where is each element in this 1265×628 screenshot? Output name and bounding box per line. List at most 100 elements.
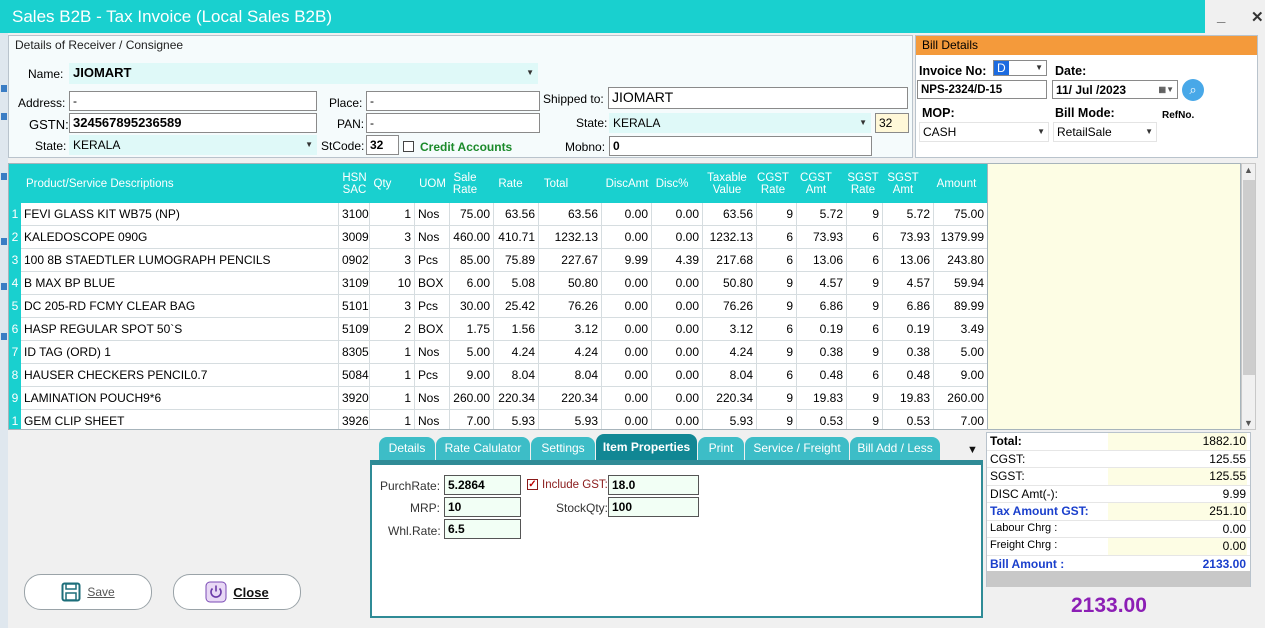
cell-rate[interactable]: 1.56 — [494, 318, 539, 341]
cell-discamt[interactable]: 0.00 — [602, 272, 652, 295]
mop-select[interactable]: CASH ▼ — [919, 122, 1049, 142]
cell-sgstr[interactable]: 9 — [847, 203, 883, 226]
cell-cgstr[interactable]: 9 — [757, 203, 797, 226]
cell-qty[interactable]: 10 — [370, 272, 415, 295]
cell-taxable[interactable]: 4.24 — [703, 341, 757, 364]
cell-srate[interactable]: 5.00 — [450, 341, 494, 364]
cell-amount[interactable]: 59.94 — [934, 272, 987, 295]
cell-sgsta[interactable]: 13.06 — [883, 249, 934, 272]
cell-discamt[interactable]: 0.00 — [602, 410, 652, 429]
cell-amount[interactable]: 75.00 — [934, 203, 987, 226]
cell-desc[interactable]: ID TAG (ORD) 1 — [21, 341, 339, 364]
tab-overflow-icon[interactable]: ▼ — [967, 444, 978, 456]
mrp-input[interactable]: 10 — [444, 497, 521, 517]
cell-amount[interactable]: 243.80 — [934, 249, 987, 272]
calendar-icon[interactable]: ▦▼ — [1159, 81, 1174, 98]
cell-hsn[interactable]: 3926 — [339, 410, 370, 429]
cell-srate[interactable]: 260.00 — [450, 387, 494, 410]
shipped-state-select[interactable]: KERALA ▼ — [609, 113, 871, 133]
cell-discp[interactable]: 0.00 — [652, 272, 703, 295]
cell-total[interactable]: 1232.13 — [539, 226, 602, 249]
cell-uom[interactable]: Nos — [415, 203, 450, 226]
cell-amount[interactable]: 89.99 — [934, 295, 987, 318]
cell-qty[interactable]: 1 — [370, 341, 415, 364]
cell-sgstr[interactable]: 9 — [847, 341, 883, 364]
table-row[interactable]: 9 LAMINATION POUCH9*6 3920 1 Nos 260.00 220.34… — [9, 387, 987, 410]
scroll-up-icon[interactable]: ▲ — [1244, 165, 1253, 175]
col-header-sgsta[interactable]: SGST Amt — [883, 164, 923, 203]
cell-cgstr[interactable]: 9 — [757, 387, 797, 410]
cell-discamt[interactable]: 0.00 — [602, 203, 652, 226]
col-header-rate[interactable]: Rate — [494, 164, 527, 203]
cell-desc[interactable]: FEVI GLASS KIT WB75 (NP) — [21, 203, 339, 226]
cell-cgsta[interactable]: 0.53 — [797, 410, 847, 429]
state-select[interactable]: KERALA ▼ — [69, 135, 317, 155]
search-icon[interactable]: ⌕ — [1182, 79, 1204, 101]
cell-uom[interactable]: Pcs — [415, 364, 450, 387]
cell-amount[interactable]: 9.00 — [934, 364, 987, 387]
name-input[interactable]: JIOMART ▼ — [69, 63, 538, 84]
cell-qty[interactable]: 1 — [370, 364, 415, 387]
cell-taxable[interactable]: 5.93 — [703, 410, 757, 429]
cell-desc[interactable]: GEM CLIP SHEET — [21, 410, 339, 429]
cell-srate[interactable]: 460.00 — [450, 226, 494, 249]
place-input[interactable]: - — [366, 91, 540, 111]
cell-sgstr[interactable]: 6 — [847, 226, 883, 249]
scroll-thumb[interactable] — [1243, 180, 1255, 375]
cell-hsn[interactable]: 51090 — [339, 318, 370, 341]
cell-srate[interactable]: 1.75 — [450, 318, 494, 341]
cell-srate[interactable]: 30.00 — [450, 295, 494, 318]
cell-sgsta[interactable]: 0.48 — [883, 364, 934, 387]
table-row[interactable]: 6HASP REGULAR SPOT 50`S510902BOX1.751.56… — [9, 318, 987, 341]
cell-amount[interactable]: 5.00 — [934, 341, 987, 364]
cell-desc[interactable]: HASP REGULAR SPOT 50`S — [21, 318, 339, 341]
stock-qty-input[interactable]: 100 — [608, 497, 699, 517]
cell-qty[interactable]: 2 — [370, 318, 415, 341]
gstn-input[interactable]: 324567895236589 — [69, 113, 317, 133]
cell-desc[interactable]: DC 205-RD FCMY CLEAR BAG — [21, 295, 339, 318]
cell-sgstr[interactable]: 6 — [847, 318, 883, 341]
shipped-to-input[interactable]: JIOMART — [608, 87, 908, 109]
cell-sgsta[interactable]: 4.57 — [883, 272, 934, 295]
cell-cgsta[interactable]: 0.38 — [797, 341, 847, 364]
tab-bill-add-less[interactable]: Bill Add / Less — [850, 437, 940, 460]
cell-hsn[interactable]: 31099 — [339, 272, 370, 295]
cell-cgstr[interactable]: 6 — [757, 249, 797, 272]
cell-hsn[interactable]: 30090 — [339, 226, 370, 249]
cell-total[interactable]: 3.12 — [539, 318, 602, 341]
cell-amount[interactable]: 1379.99 — [934, 226, 987, 249]
cell-discp[interactable]: 0.00 — [652, 341, 703, 364]
stcode-input[interactable]: 32 — [366, 135, 399, 155]
cell-discamt[interactable]: 0.00 — [602, 295, 652, 318]
col-header-qty[interactable]: Qty — [370, 164, 395, 203]
cell-discp[interactable]: 0.00 — [652, 318, 703, 341]
cell-hsn[interactable]: 31000 — [339, 203, 370, 226]
cell-desc[interactable]: HAUSER CHECKERS PENCIL0.7 — [21, 364, 339, 387]
cell-srate[interactable]: 7.00 — [450, 410, 494, 429]
cell-desc[interactable]: 100 8B STAEDTLER LUMOGRAPH PENCILS — [21, 249, 339, 272]
tab-details[interactable]: Details — [379, 437, 435, 460]
col-header-discamt[interactable]: DiscAmt — [602, 164, 652, 203]
cell-cgsta[interactable]: 5.72 — [797, 203, 847, 226]
cell-n[interactable]: 9 — [9, 387, 21, 410]
cell-rate[interactable]: 25.42 — [494, 295, 539, 318]
cell-discp[interactable]: 0.00 — [652, 295, 703, 318]
cell-sgstr[interactable]: 6 — [847, 249, 883, 272]
cell-sgsta[interactable]: 5.72 — [883, 203, 934, 226]
cell-total[interactable]: 220.34 — [539, 387, 602, 410]
cell-n[interactable]: 1 — [9, 203, 21, 226]
purch-rate-input[interactable]: 5.2864 — [444, 475, 521, 495]
cell-taxable[interactable]: 63.56 — [703, 203, 757, 226]
cell-taxable[interactable]: 217.68 — [703, 249, 757, 272]
cell-cgstr[interactable]: 9 — [757, 341, 797, 364]
cell-desc[interactable]: KALEDOSCOPE 090G — [21, 226, 339, 249]
cell-qty[interactable]: 1 — [370, 203, 415, 226]
table-row[interactable]: 1 FEVI GLASS KIT WB75 (NP)310001Nos75.00… — [9, 203, 987, 226]
notes-panel[interactable] — [988, 163, 1241, 430]
chevron-down-icon[interactable]: ▼ — [1145, 123, 1153, 141]
cell-discamt[interactable]: 0.00 — [602, 318, 652, 341]
col-header-sgstr[interactable]: SGST Rate — [847, 164, 879, 203]
cell-qty[interactable]: 3 — [370, 295, 415, 318]
cell-cgstr[interactable]: 6 — [757, 364, 797, 387]
cell-uom[interactable]: Nos — [415, 341, 450, 364]
